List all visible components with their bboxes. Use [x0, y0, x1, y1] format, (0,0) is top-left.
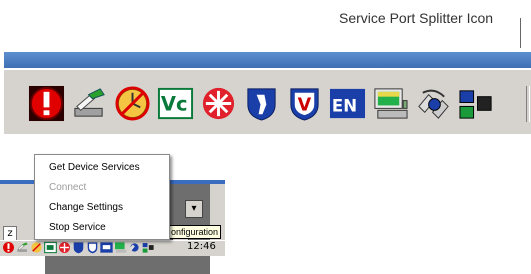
- menu-item-connect: Connect: [49, 182, 87, 193]
- red-exclamation-icon[interactable]: [28, 85, 65, 122]
- svg-text:EN: EN: [332, 96, 357, 115]
- scroll-down-button[interactable]: ▾: [185, 200, 203, 218]
- language-en-icon[interactable]: EN: [329, 85, 366, 122]
- sound-device-icon[interactable]: [142, 241, 155, 254]
- network-plug-icon[interactable]: [16, 241, 29, 254]
- shield-v-icon[interactable]: [86, 241, 99, 254]
- taskbar-clock[interactable]: 12:46: [187, 241, 216, 252]
- monitor-keyboard-icon[interactable]: [114, 241, 127, 254]
- network-plug-icon[interactable]: [71, 85, 108, 122]
- shield-figure-icon[interactable]: [72, 241, 85, 254]
- service-port-splitter-icon[interactable]: [128, 241, 141, 254]
- svg-text:Vc: Vc: [161, 92, 188, 115]
- system-tray-enlarged: Vc V EN: [28, 83, 531, 123]
- red-star-icon[interactable]: [58, 241, 71, 254]
- callout-line: [520, 18, 521, 48]
- menu-item-get-device-services[interactable]: Get Device Services: [49, 162, 140, 173]
- monitor-keyboard-icon[interactable]: [372, 85, 409, 122]
- tray-tooltip: onfiguration: [168, 225, 222, 239]
- shield-v-icon[interactable]: V: [286, 85, 323, 122]
- system-tray: [2, 241, 155, 254]
- sound-device-icon[interactable]: [458, 85, 495, 122]
- menu-item-change-settings[interactable]: Change Settings: [49, 202, 123, 213]
- vnc-icon[interactable]: [44, 241, 57, 254]
- context-menu: Get Device Services Connect Change Setti…: [34, 154, 170, 240]
- red-exclamation-icon[interactable]: [2, 241, 15, 254]
- window-title-strip: [4, 52, 531, 68]
- no-entry-clock-icon[interactable]: [114, 85, 151, 122]
- no-entry-clock-icon[interactable]: [30, 241, 43, 254]
- shield-figure-icon[interactable]: [243, 85, 280, 122]
- red-star-icon[interactable]: [200, 85, 237, 122]
- menu-item-stop-service[interactable]: Stop Service: [49, 222, 106, 233]
- caption-text: Service Port Splitter Icon: [339, 10, 494, 26]
- svg-text:V: V: [298, 95, 312, 115]
- vnc-icon[interactable]: Vc: [157, 85, 194, 122]
- language-en-icon[interactable]: [100, 241, 113, 254]
- service-port-splitter-icon[interactable]: [415, 85, 452, 122]
